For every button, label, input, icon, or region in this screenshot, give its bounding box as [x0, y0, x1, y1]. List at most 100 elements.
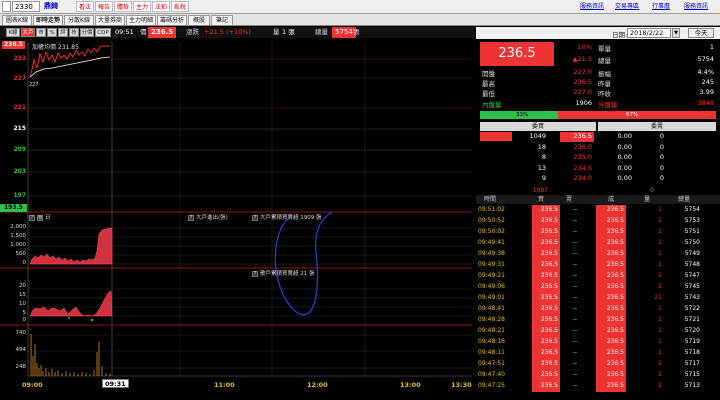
tick-time: 09:48:16 [478, 338, 505, 345]
percent-toggle[interactable]: % [47, 28, 57, 37]
inner-outer-ratio-bar: 33% 67% [480, 111, 716, 119]
help-icon[interactable]: ? [252, 215, 258, 221]
price-dist-toggle[interactable]: 分價 [80, 28, 94, 37]
marker-dot [68, 317, 70, 319]
intraday-chart[interactable]: 236.5 加權均價 231.85 233 227 221 215 209 20… [0, 38, 475, 400]
tick-row[interactable]: 09:49:01 236.5 -- 236.5 21 5743 [476, 293, 720, 304]
ask-price: 0.00 [617, 142, 632, 151]
tick-bid: 236.5 [532, 315, 560, 326]
tick-row[interactable]: 09:49:06 236.5 -- 236.5 2 5745 [476, 282, 720, 293]
stat-label: 最高 [482, 80, 495, 88]
ask-price: 0.00 [617, 163, 632, 172]
settings-icon[interactable]: ⚙ [37, 215, 43, 221]
tick-header-ask: 賣 [566, 196, 573, 203]
today-button[interactable]: 今天 [688, 28, 714, 38]
tick-row[interactable]: 09:47:51 236.5 -- 236.5 2 5717 [476, 359, 720, 370]
tick-row[interactable]: 09:49:38 236.5 -- 236.5 1 5749 [476, 249, 720, 260]
link-calendar[interactable]: 行事曆 [652, 1, 670, 12]
tab-main-force[interactable]: 主力明細 [126, 15, 156, 25]
tick-price: 236.5 [596, 238, 626, 249]
link-service-2[interactable]: 服務資訊 [684, 1, 708, 12]
help-icon[interactable]: ? [252, 271, 258, 277]
stock-code-input[interactable]: 2330 [12, 1, 40, 12]
stock-name[interactable]: 鼎錡 [44, 1, 58, 12]
link-trade[interactable]: 交易專區 [615, 1, 639, 12]
tab-split-kline[interactable]: 分散K線 [64, 15, 94, 25]
tool-button-2[interactable]: 體檢 [114, 1, 133, 12]
total-label: 總量 [315, 28, 328, 36]
volume-label: 494 [15, 347, 27, 353]
tab-notes[interactable]: 筆記 [211, 15, 233, 25]
tick-row[interactable]: 09:47:25 236.5 -- 236.5 2 5713 [476, 381, 720, 392]
ask-quantity: 0 [659, 153, 664, 161]
tick-time: 09:50:52 [478, 217, 505, 224]
comment-toggle[interactable]: 評 [58, 28, 68, 37]
cdp-toggle[interactable]: CDP [95, 28, 111, 37]
chevron-down-icon[interactable]: ▼ [672, 28, 680, 38]
tick-row[interactable]: 09:50:02 236.5 -- 236.5 1 5751 [476, 227, 720, 238]
chart-toolbar: K線 大戶 市 % 評 技 分價 CDP 09:51 價 236.5 漲跌 +2… [0, 27, 475, 38]
tool-button-3[interactable]: 主力 [133, 1, 152, 12]
tick-total: 5715 [684, 371, 700, 378]
tick-row[interactable]: 09:48:41 236.5 -- 236.5 1 5722 [476, 304, 720, 315]
tick-header-total: 總量 [678, 196, 691, 203]
y-label: 227 [13, 75, 26, 82]
y-label: 203 [13, 168, 26, 175]
menu-icon[interactable] [2, 1, 11, 12]
tick-time: 09:47:25 [478, 382, 505, 389]
tech-toggle[interactable]: 技 [69, 28, 79, 37]
tick-price: 236.5 [596, 370, 626, 381]
date-label: 日期: [612, 31, 628, 39]
help-icon[interactable]: ? [188, 215, 194, 221]
tool-button-1[interactable]: 報告 [95, 1, 114, 12]
ask-price: 0.00 [617, 153, 632, 161]
stat-label: 昨量 [598, 80, 611, 88]
tick-total: 5750 [684, 239, 700, 246]
tick-row[interactable]: 09:48:28 236.5 -- 236.5 1 5721 [476, 315, 720, 326]
tick-row[interactable]: 09:49:41 236.5 -- 236.5 1 5750 [476, 238, 720, 249]
tab-chips[interactable]: 籌碼分析 [157, 15, 187, 25]
x-label: 13:30 [451, 381, 472, 389]
tick-time: 09:49:38 [478, 250, 505, 257]
tool-button-5[interactable]: 亂稅 [171, 1, 190, 12]
market-toggle[interactable]: 市 [36, 28, 46, 37]
tool-button-0[interactable]: 看法 [76, 1, 95, 12]
y-label: 209 [13, 146, 26, 153]
tick-vol: 2 [658, 272, 662, 279]
date-picker[interactable]: 2018/2/22 [627, 28, 671, 38]
panel2-label: 2,000 [10, 224, 26, 230]
stat-label: 開盤 [482, 70, 495, 78]
help-icon[interactable]: ? [29, 215, 35, 221]
tab-brokers[interactable]: 大量券商 [95, 15, 125, 25]
tick-row[interactable]: 09:49:21 236.5 -- 236.5 2 5747 [476, 271, 720, 282]
link-service[interactable]: 服務資訊 [580, 1, 604, 12]
bid-quantity: 13 [537, 163, 546, 172]
tick-row[interactable]: 09:47:40 236.5 -- 236.5 2 5715 [476, 370, 720, 381]
tool-button-4[interactable]: 法拍 [152, 1, 171, 12]
stat-value: 3.99 [699, 88, 714, 96]
quote-panel: 日期: 2018/2/22 ▼ 今天 236.5 10% ▲21.5 單量 1 … [476, 27, 720, 400]
stat-label: 最低 [482, 90, 495, 98]
tab-intraday[interactable]: 即時走勢 [33, 15, 63, 25]
tick-row[interactable]: 09:48:21 236.5 -- 236.5 1 5720 [476, 326, 720, 337]
kline-toggle[interactable]: K線 [6, 28, 20, 37]
tick-ask: -- [572, 283, 578, 290]
tick-row[interactable]: 09:48:16 236.5 -- 236.5 1 5719 [476, 337, 720, 348]
tick-row[interactable]: 09:51:02 236.5 -- 236.5 1 5754 [476, 205, 720, 216]
tick-row[interactable]: 09:48:11 236.5 -- 236.5 1 5718 [476, 348, 720, 359]
tick-row[interactable]: 09:50:52 236.5 -- 236.5 2 5753 [476, 216, 720, 227]
big-player-toggle[interactable]: 大戶 [21, 28, 35, 37]
tick-bid: 236.5 [532, 337, 560, 348]
tick-bid: 236.5 [532, 271, 560, 282]
price-label: 價 [140, 28, 147, 36]
tick-header-time: 時間 [484, 196, 497, 203]
unit-volume-label: 單量 [598, 45, 611, 53]
volume-label: 248 [15, 364, 27, 370]
tick-row[interactable]: 09:49:31 236.5 -- 236.5 1 5748 [476, 260, 720, 271]
bid-price: 236.5 [560, 132, 594, 142]
tab-kline[interactable]: 圖表K線 [2, 15, 32, 25]
panel3-label: 10 [19, 301, 26, 307]
tab-concept[interactable]: 概股 [188, 15, 210, 25]
panel2-label: 0 [22, 260, 27, 266]
tick-ask: -- [572, 239, 578, 246]
